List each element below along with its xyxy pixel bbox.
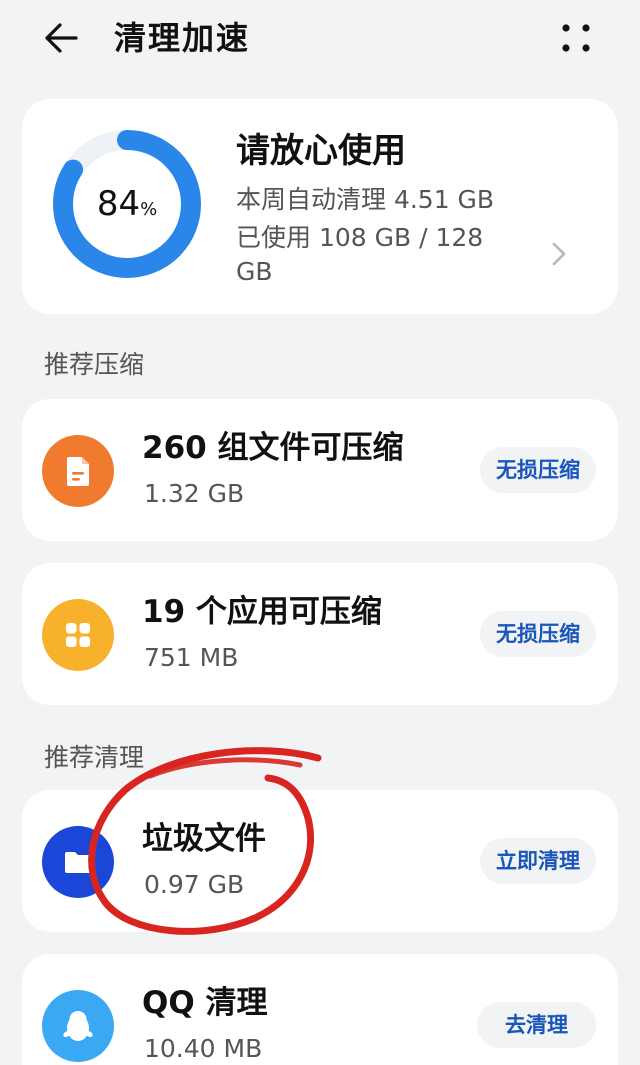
item-title: 垃圾文件	[142, 821, 266, 857]
lossless-compress-apps-button[interactable]: 无损压缩	[480, 611, 596, 657]
item-title: 19 个应用可压缩	[142, 594, 382, 630]
back-button[interactable]	[40, 16, 84, 60]
section-label-clean: 推荐清理	[44, 743, 145, 772]
penguin-icon	[42, 990, 114, 1062]
storage-percent-value: 84	[96, 184, 141, 224]
storage-percent-sign: %	[140, 198, 158, 220]
storage-summary-card[interactable]: 84% 请放心使用 本周自动清理 4.51 GB 已使用 108 GB / 12…	[22, 99, 618, 314]
arrow-left-icon	[45, 23, 78, 53]
document-icon	[42, 435, 114, 507]
item-title: QQ 清理	[142, 985, 268, 1021]
page-title: 清理加速	[114, 19, 251, 57]
list-item-qq-clean[interactable]: QQ 清理 10.40 MB 去清理	[22, 954, 618, 1065]
list-item-junk-files[interactable]: 垃圾文件 0.97 GB 立即清理	[22, 790, 618, 932]
list-item-compress-files[interactable]: 260 组文件可压缩 1.32 GB 无损压缩	[22, 399, 618, 541]
more-options-button[interactable]	[552, 16, 600, 60]
item-size: 1.32 GB	[144, 479, 245, 508]
four-dots-icon	[562, 24, 590, 52]
apps-grid-icon	[42, 599, 114, 671]
item-size: 751 MB	[144, 643, 239, 672]
clean-now-button[interactable]: 立即清理	[480, 838, 596, 884]
weekly-clean-text: 本周自动清理 4.51 GB	[236, 185, 495, 214]
go-clean-qq-button[interactable]: 去清理	[477, 1002, 596, 1048]
item-size: 0.97 GB	[144, 870, 245, 899]
section-label-compress: 推荐压缩	[44, 350, 145, 379]
folder-icon	[42, 826, 114, 898]
list-item-compress-apps[interactable]: 19 个应用可压缩 751 MB 无损压缩	[22, 563, 618, 705]
storage-percent-label: 84%	[52, 129, 202, 279]
storage-used-text: 已使用 108 GB / 128 GB	[236, 223, 484, 286]
item-title: 260 组文件可压缩	[142, 430, 404, 466]
lossless-compress-files-button[interactable]: 无损压缩	[480, 447, 596, 493]
chevron-right-icon[interactable]	[548, 237, 570, 271]
app-header: 清理加速	[0, 0, 640, 78]
item-size: 10.40 MB	[144, 1034, 263, 1063]
storage-status-title: 请放心使用	[236, 131, 406, 171]
